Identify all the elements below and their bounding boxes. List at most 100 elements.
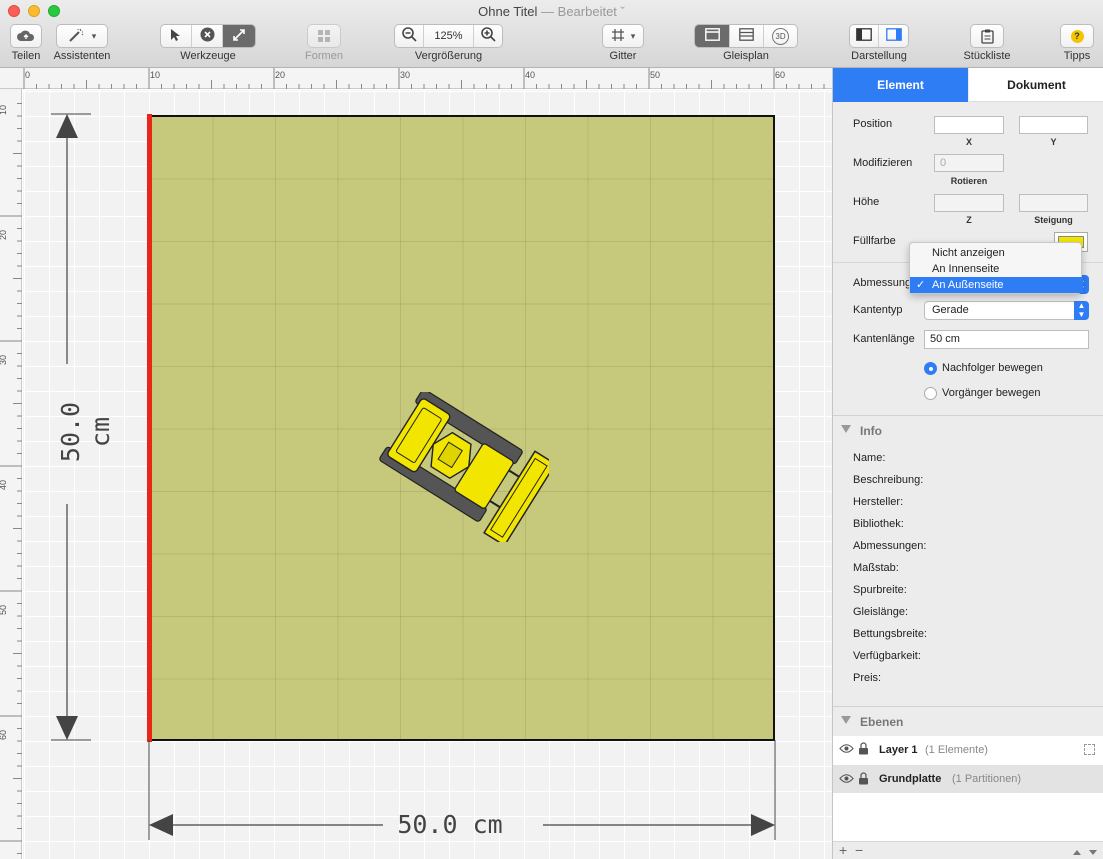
tips-label: Tipps [1063,50,1091,62]
lock-icon[interactable] [858,772,869,788]
disclosure-triangle-icon [841,716,851,724]
selection-marker-icon[interactable] [1084,744,1095,755]
zoom-label: Vergrößerung [414,50,483,62]
eye-icon[interactable] [839,743,854,757]
split-view-icon [739,28,754,44]
assistants-label: Assistenten [53,50,111,62]
layers-section-header[interactable]: Ebenen [833,706,1103,736]
menu-item-hide[interactable]: Nicht anzeigen [910,245,1083,261]
zoom-value[interactable]: 125% [424,25,474,47]
grid-button[interactable]: ▾ [602,24,644,48]
checkmark-icon: ✓ [916,279,926,291]
magic-wand-icon [68,28,84,45]
tools-label: Werkzeuge [180,50,236,62]
ruler-label: 60 [775,70,786,80]
position-y-field[interactable] [1019,116,1088,134]
3d-view-button[interactable]: 3D [764,25,797,47]
split-view-button[interactable] [730,25,764,47]
info-gauge: Spurbreite: [853,584,907,596]
delete-tool-button[interactable] [192,25,223,47]
zoom-control: 125% [394,24,503,48]
y-caption: Y [1050,137,1057,147]
ruler-label: 50 [650,70,661,80]
menu-item-inside[interactable]: An Innenseite [910,261,1083,277]
left-sidebar-toggle[interactable] [850,25,879,47]
select-tool-button[interactable] [161,25,192,47]
info-description: Beschreibung: [853,474,924,486]
shapes-button[interactable] [307,24,341,48]
inspector-panel: Element Dokument Position X Y Modifizier… [832,68,1103,859]
tab-element[interactable]: Element [833,68,968,102]
zoom-in-button[interactable] [474,25,502,47]
move-prev-label: Vorgänger bewegen [942,387,1041,399]
tips-button[interactable]: ? [1060,24,1094,48]
partslist-button[interactable] [970,24,1004,48]
bulldozer-model[interactable] [369,392,549,542]
info-library: Bibliothek: [853,518,904,530]
3d-icon: 3D [772,27,789,45]
rotate-caption: Rotieren [950,176,988,186]
position-x-field[interactable] [934,116,1004,134]
tab-document[interactable]: Dokument [969,68,1103,102]
layer-row[interactable]: Grundplatte (1 Partitionen) [833,765,1103,793]
horizontal-dimension-label: 50.0 cm [397,810,503,839]
add-layer-button[interactable]: + [839,842,847,858]
help-icon: ? [1061,25,1093,47]
window-title: Ohne Titel — Bearbeitet ˇ [478,4,625,19]
ruler-label: 10 [0,104,9,116]
resize-handle-icon[interactable] [1071,846,1099,859]
grid-label: Gitter [609,50,637,62]
horizontal-ruler[interactable]: 0 10 20 30 40 50 60 [0,68,832,89]
layer-count: (1 Partitionen) [952,773,1022,785]
info-availability: Verfügbarkeit: [853,650,921,662]
menu-item-outside[interactable]: ✓ An Außenseite [910,277,1083,293]
arrow-pointer-icon [170,28,182,45]
trackplan-view-control: 3D [694,24,798,48]
diagonal-arrows-icon [232,28,246,45]
share-label: Teilen [11,50,41,62]
grid-icon [611,28,625,45]
ruler-label: 10 [150,70,161,80]
vertical-ruler[interactable]: 10 20 30 40 50 60 [0,89,22,859]
info-dimensions: Abmessungen: [853,540,927,552]
remove-layer-button[interactable]: − [855,842,863,858]
right-sidebar-toggle[interactable] [879,25,908,47]
horizontal-ruler-ticks [23,68,825,89]
layer-name: Layer 1 [879,744,918,756]
zoom-out-icon [401,27,417,45]
edge-type-select[interactable]: Gerade ▲ ▼ [924,301,1089,320]
rotate-field[interactable]: 0 [934,154,1004,172]
ruler-label: 40 [525,70,536,80]
measure-tool-button[interactable] [223,25,255,47]
plan-view-button[interactable] [695,25,730,47]
layout-canvas[interactable]: 50.0 cm 50.0 cm [23,90,832,859]
ruler-label: 50 [0,604,9,616]
dimension-label: Abmessung [853,277,912,289]
move-next-radio[interactable] [924,362,937,375]
ruler-label: 20 [0,229,9,241]
height-z-field[interactable] [934,194,1004,212]
share-button[interactable] [10,24,42,48]
zoom-out-button[interactable] [395,25,424,47]
display-control [849,24,909,48]
right-sidebar-icon [885,28,902,44]
fill-color-label: Füllfarbe [853,235,896,247]
modify-label: Modifizieren [853,157,913,169]
display-label: Darstellung [851,50,907,62]
info-section-header[interactable]: Info [833,415,1103,445]
selected-edge[interactable] [147,114,152,742]
ruler-label: 30 [0,354,9,366]
eye-icon[interactable] [839,773,854,787]
toolbar: Ohne Titel — Bearbeitet ˇ Teilen ▾ Assis… [0,0,1103,68]
chevron-updown-icon: ▲▼ [1074,301,1089,320]
edge-length-field[interactable]: 50 cm [924,330,1089,349]
lock-icon[interactable] [858,742,869,758]
chevron-down-icon: ▾ [91,30,97,41]
slope-field[interactable] [1019,194,1088,212]
assistants-button[interactable]: ▾ [56,24,108,48]
edge-type-value: Gerade [932,304,969,316]
info-manufacturer: Hersteller: [853,496,904,508]
info-track-length: Gleislänge: [853,606,909,618]
move-prev-radio[interactable] [924,387,937,400]
layer-row[interactable]: Layer 1 (1 Elemente) [833,737,1103,765]
